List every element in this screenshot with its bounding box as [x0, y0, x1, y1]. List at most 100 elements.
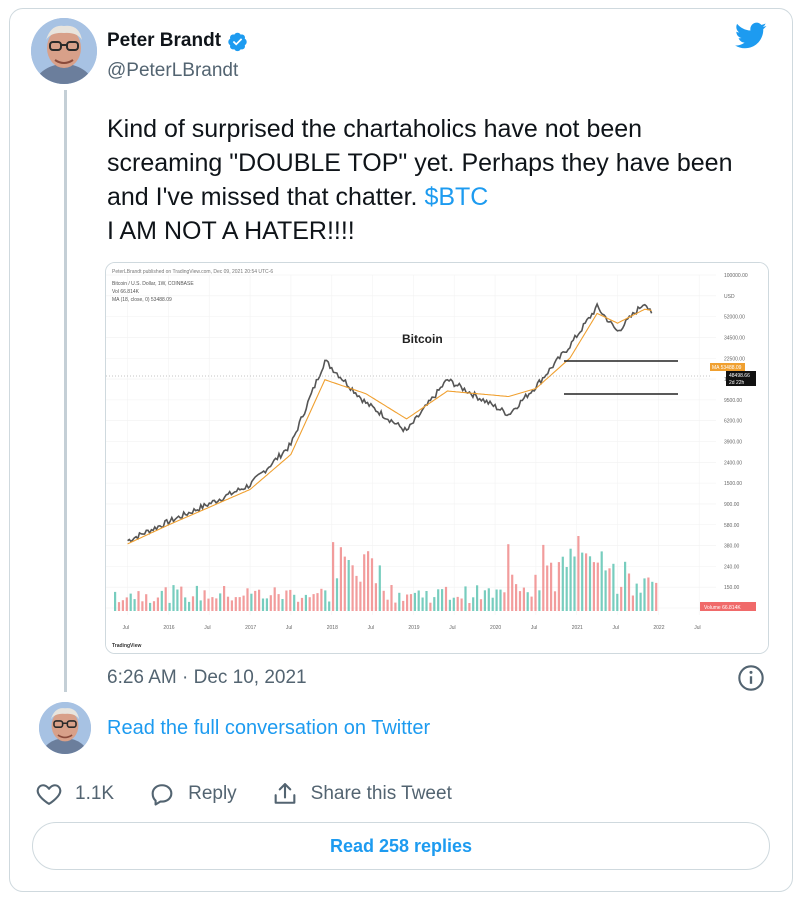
volume-bar [487, 588, 490, 611]
thread-line [64, 90, 67, 692]
volume-bar [199, 600, 202, 611]
volume-bar [592, 562, 595, 611]
volume-bar [588, 556, 592, 611]
volume-bar [483, 590, 486, 611]
twitter-bird-icon[interactable] [735, 22, 767, 50]
y-tick-label: 100000.00 [724, 273, 748, 279]
y-tick-label: 2400.00 [724, 460, 742, 466]
chart-legend-ma: MA (18, close, 0) 53488.09 [112, 297, 172, 303]
volume-bar [561, 556, 564, 611]
volume-bar [238, 597, 241, 611]
tweet-timestamp[interactable]: 6:26 AM · Dec 10, 2021 [107, 667, 307, 689]
read-conversation-link[interactable]: Read the full conversation on Twitter [107, 717, 430, 740]
volume-bar [503, 592, 506, 611]
x-tick-label: Jul [613, 625, 619, 631]
x-tick-label: 2019 [408, 625, 419, 631]
volume-bar [382, 590, 385, 611]
volume-bar [378, 565, 381, 611]
x-tick-label: Jul [123, 625, 129, 631]
volume-bar [491, 597, 494, 611]
tweet-media-chart[interactable]: PeterLBrandt published on TradingView.co… [105, 262, 769, 654]
volume-bar [258, 589, 261, 611]
chart-legend-volume: Vol 66.814K [112, 289, 140, 295]
volume-bar [499, 589, 502, 611]
volume-label: Volume 66.814K [704, 605, 741, 611]
share-button[interactable]: Share this Tweet [271, 780, 452, 808]
x-tick-label: 2021 [572, 625, 583, 631]
volume-bar [129, 593, 132, 611]
y-tick-label: 6200.00 [724, 419, 742, 425]
read-replies-button[interactable]: Read 258 replies [32, 822, 770, 870]
volume-bar [546, 565, 549, 611]
x-tick-label: 2020 [490, 625, 501, 631]
reply-icon [151, 784, 173, 806]
volume-bar [149, 602, 152, 611]
conversation-avatar[interactable] [39, 702, 91, 754]
volume-bar [320, 588, 323, 611]
volume-bar [145, 594, 148, 611]
volume-bar [398, 592, 401, 611]
volume-bar [639, 592, 642, 611]
heart-icon [36, 784, 62, 805]
volume-bar [223, 586, 226, 611]
countdown-label: 2d 22h [729, 380, 745, 386]
volume-bar [332, 542, 335, 611]
volume-bar [608, 568, 611, 611]
info-icon[interactable] [737, 664, 765, 692]
like-count: 1.1K [75, 783, 115, 804]
volume-bar [265, 598, 268, 611]
reply-button[interactable]: Reply [148, 780, 237, 808]
volume-bar [479, 599, 483, 611]
y-tick-label: 9500.00 [724, 398, 742, 404]
volume-bar [550, 562, 553, 611]
volume-bar [293, 594, 296, 611]
volume-bar [421, 597, 424, 611]
volume-bar [188, 601, 191, 611]
volume-bar [335, 578, 339, 611]
volume-bar [230, 600, 233, 611]
volume-bar [390, 585, 393, 611]
volume-bar [180, 586, 183, 611]
author-handle[interactable]: @PeterLBrandt [107, 60, 238, 82]
author-display-name[interactable]: Peter Brandt [107, 30, 221, 52]
volume-bar [297, 601, 300, 611]
author-name-row[interactable]: Peter Brandt [107, 30, 248, 52]
volume-bar [152, 601, 156, 611]
volume-bar [363, 554, 366, 611]
volume-bar [518, 591, 522, 611]
chart-legend-symbol: Bitcoin / U.S. Dollar, 1W, COINBASE [112, 281, 194, 287]
x-tick-label: 2017 [245, 625, 256, 631]
x-tick-label: 2018 [327, 625, 338, 631]
volume-bar [125, 597, 128, 611]
volume-bar [191, 596, 195, 611]
verified-badge-icon [228, 32, 247, 51]
volume-bar [281, 599, 284, 611]
volume-bar [137, 591, 140, 611]
like-button[interactable]: 1.1K [35, 780, 114, 808]
x-tick-label: Jul [368, 625, 374, 631]
x-tick-label: Jul [286, 625, 292, 631]
volume-bar [324, 590, 327, 611]
volume-bar [370, 558, 374, 611]
cashtag-link[interactable]: $BTC [424, 183, 488, 211]
ma-price-label: MA 53488.09 [712, 365, 742, 371]
volume-bar [425, 591, 428, 611]
volume-bar [569, 548, 572, 611]
volume-bar [557, 562, 560, 611]
volume-bar [117, 602, 121, 611]
volume-bar [207, 598, 210, 611]
y-tick-label: 22500.00 [724, 356, 745, 362]
x-tick-label: 2016 [163, 625, 174, 631]
volume-bar [573, 556, 576, 611]
volume-bar [651, 581, 654, 611]
volume-bar [277, 594, 280, 611]
x-tick-label: Jul [204, 625, 210, 631]
volume-bar [456, 596, 459, 611]
volume-bar [429, 602, 432, 611]
y-tick-label: 52000.00 [724, 315, 745, 321]
volume-bar [234, 597, 237, 611]
volume-bar [164, 587, 167, 611]
author-avatar[interactable] [31, 18, 97, 84]
volume-bar [304, 594, 307, 611]
volume-bar [643, 578, 646, 611]
